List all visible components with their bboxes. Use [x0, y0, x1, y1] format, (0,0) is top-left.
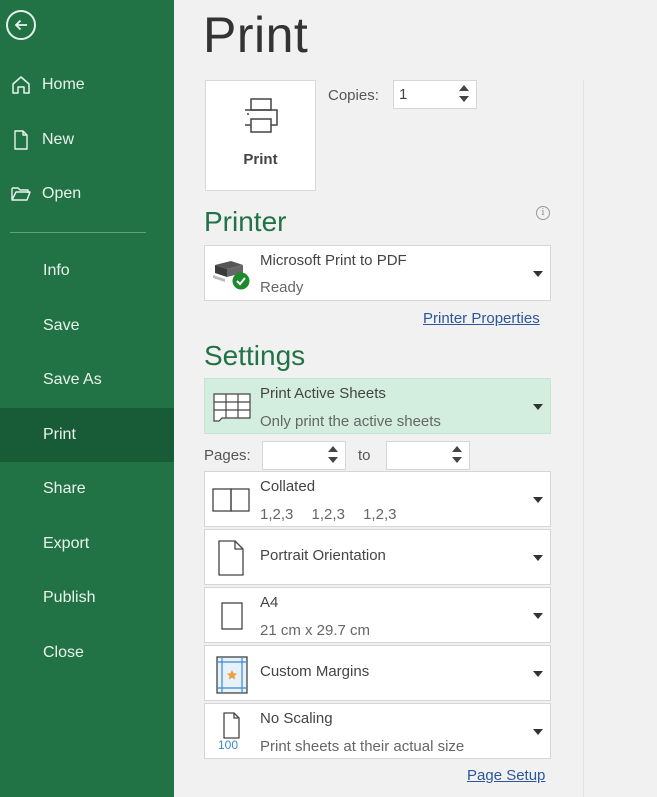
spin-down-icon[interactable]	[459, 96, 469, 102]
sidebar-item-label: Export	[43, 534, 90, 552]
copies-spin-arrows[interactable]	[459, 85, 469, 102]
sheet-grid-icon	[209, 384, 253, 428]
paper-size-title: A4	[260, 594, 279, 611]
paper-size-icon	[209, 593, 253, 637]
folder-open-icon	[9, 182, 33, 206]
collation-title: Collated	[260, 478, 316, 495]
printer-properties-link[interactable]: Printer Properties	[423, 310, 540, 327]
collation-dropdown[interactable]: Collated 1,2,3 1,2,3 1,2,3	[204, 471, 551, 527]
preview-separator	[583, 80, 584, 797]
sidebar-item-publish[interactable]: Publish	[0, 571, 174, 626]
sidebar-item-export[interactable]: Export	[0, 517, 174, 572]
sidebar-item-save-as[interactable]: Save As	[0, 353, 174, 408]
sidebar-item-print[interactable]: Print	[0, 407, 174, 462]
page-setup-link[interactable]: Page Setup	[467, 767, 545, 784]
sidebar-item-label: Save	[43, 316, 80, 334]
print-what-dropdown[interactable]: Print Active Sheets Only print the activ…	[204, 378, 551, 434]
print-what-subtitle: Only print the active sheets	[260, 413, 441, 430]
chevron-down-icon	[533, 271, 543, 277]
collation-sequence: 1,2,3	[260, 506, 294, 523]
sidebar-item-label: Open	[42, 185, 82, 203]
portrait-page-icon	[209, 535, 253, 579]
home-icon	[9, 73, 33, 97]
new-document-icon	[9, 128, 33, 152]
printer-ready-icon	[209, 251, 253, 295]
scaling-subtitle: Print sheets at their actual size	[260, 738, 465, 755]
spin-up-icon[interactable]	[459, 85, 469, 91]
copies-spinner[interactable]	[393, 80, 477, 109]
backstage-sidebar: Home New Open Info Save Save As Print Sh…	[0, 0, 174, 797]
spin-up-icon[interactable]	[452, 446, 462, 452]
sidebar-item-label: New	[42, 130, 75, 148]
back-button[interactable]	[6, 10, 36, 40]
sidebar-item-close[interactable]: Close	[0, 626, 174, 681]
spin-down-icon[interactable]	[328, 457, 338, 463]
scaling-icon: 100	[209, 709, 253, 753]
paper-size-subtitle: 21 cm x 29.7 cm	[260, 622, 371, 639]
pages-to-label: to	[358, 447, 371, 464]
pages-label: Pages:	[204, 447, 251, 464]
settings-heading: Settings	[204, 340, 306, 371]
sidebar-item-save[interactable]: Save	[0, 299, 174, 354]
sidebar-item-open[interactable]: Open	[0, 167, 174, 222]
pages-to-spin-arrows[interactable]	[452, 446, 462, 463]
sidebar-item-home[interactable]: Home	[0, 58, 174, 113]
spin-down-icon[interactable]	[452, 457, 462, 463]
margins-icon	[209, 651, 253, 695]
scaling-dropdown[interactable]: 100 No Scaling Print sheets at their act…	[204, 703, 551, 759]
printer-icon	[244, 98, 278, 133]
arrow-left-icon	[14, 19, 27, 31]
pages-from-spinner[interactable]	[262, 441, 346, 470]
print-button-label: Print	[243, 151, 278, 168]
pages-to-spinner[interactable]	[386, 441, 470, 470]
sidebar-item-new[interactable]: New	[0, 113, 174, 168]
sidebar-item-share[interactable]: Share	[0, 462, 174, 517]
scaling-title: No Scaling	[260, 710, 333, 727]
printer-heading: Printer	[204, 206, 287, 237]
chevron-down-icon	[533, 555, 543, 561]
printer-status: Ready	[260, 279, 304, 296]
printer-name: Microsoft Print to PDF	[260, 252, 407, 269]
sidebar-item-label: Home	[42, 76, 85, 94]
orientation-dropdown[interactable]: Portrait Orientation	[204, 529, 551, 585]
margins-dropdown[interactable]: Custom Margins	[204, 645, 551, 701]
collation-sequence: 1,2,3	[363, 506, 397, 523]
sidebar-item-label: Info	[43, 262, 70, 280]
printer-dropdown[interactable]: Microsoft Print to PDF Ready	[204, 245, 551, 301]
sidebar-item-info[interactable]: Info	[0, 244, 174, 299]
page-title: Print	[203, 7, 309, 63]
orientation-title: Portrait Orientation	[260, 547, 386, 564]
chevron-down-icon	[533, 404, 543, 410]
chevron-down-icon	[533, 729, 543, 735]
scaling-badge: 100	[218, 738, 239, 752]
pages-from-spin-arrows[interactable]	[328, 446, 338, 463]
copies-label: Copies:	[328, 87, 379, 104]
sidebar-item-label: Publish	[43, 589, 96, 607]
sidebar-item-label: Share	[43, 480, 86, 498]
paper-size-dropdown[interactable]: A4 21 cm x 29.7 cm	[204, 587, 551, 643]
collation-subtitle: 1,2,3 1,2,3 1,2,3	[260, 506, 396, 523]
chevron-down-icon	[533, 671, 543, 677]
chevron-down-icon	[533, 613, 543, 619]
sidebar-divider	[10, 232, 146, 233]
info-icon[interactable]: i	[536, 206, 550, 220]
collated-icon	[209, 477, 253, 521]
print-button[interactable]: Print	[205, 80, 316, 191]
print-what-title: Print Active Sheets	[260, 385, 386, 402]
chevron-down-icon	[533, 497, 543, 503]
sidebar-item-label: Print	[43, 425, 76, 443]
margins-title: Custom Margins	[260, 663, 370, 680]
sidebar-item-label: Close	[43, 643, 84, 661]
collation-sequence: 1,2,3	[311, 506, 345, 523]
spin-up-icon[interactable]	[328, 446, 338, 452]
sidebar-item-label: Save As	[43, 371, 102, 389]
